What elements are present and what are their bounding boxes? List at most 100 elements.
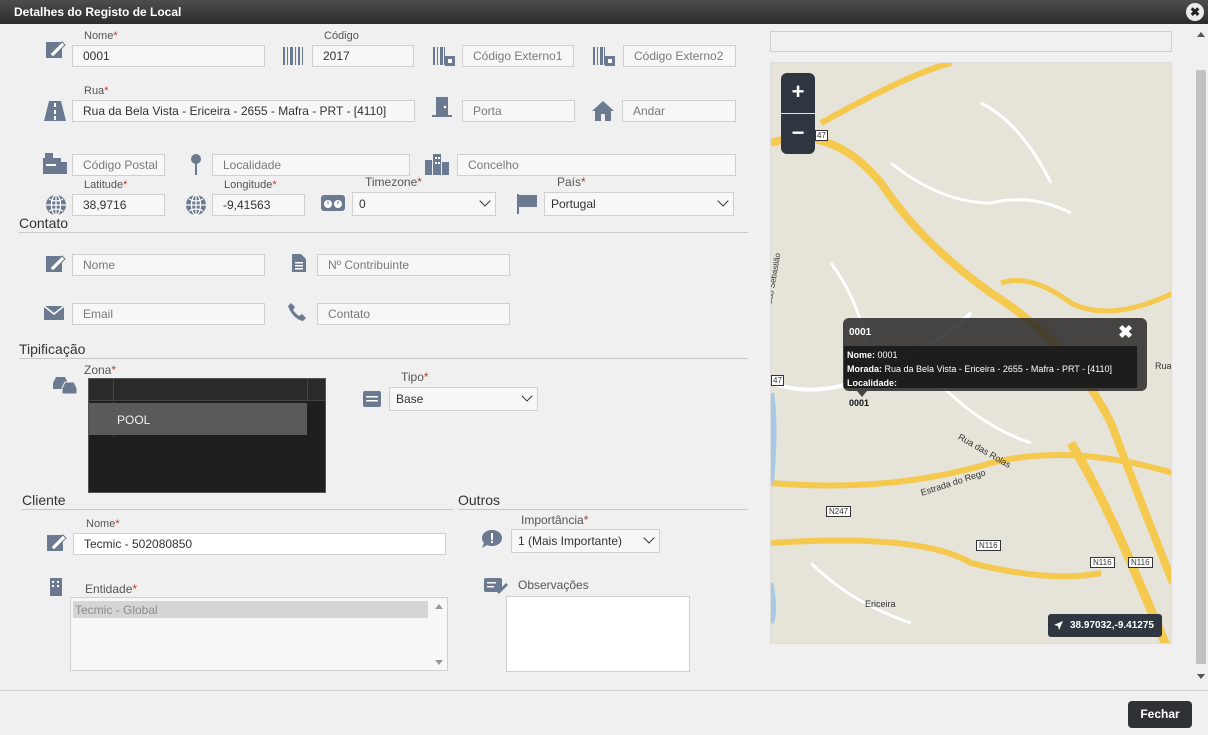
scroll-up-icon[interactable] bbox=[435, 604, 443, 609]
timezone-select[interactable]: 0 bbox=[352, 192, 496, 216]
pais-select[interactable]: Portugal bbox=[544, 192, 734, 216]
codigo-label: Código bbox=[324, 30, 359, 42]
divider bbox=[307, 379, 308, 401]
contato-input[interactable]: Contato bbox=[317, 303, 510, 325]
edit-icon bbox=[47, 534, 67, 551]
zona-label: Zona* bbox=[84, 363, 117, 377]
road-label: N116 bbox=[1128, 557, 1153, 568]
popup-close-icon[interactable]: ✖ bbox=[1118, 322, 1133, 343]
street-label: Rua bbox=[1155, 361, 1172, 371]
globe-icon bbox=[46, 194, 66, 216]
popup-title: 0001 bbox=[849, 327, 872, 338]
codigo-postal-input[interactable]: Código Postal bbox=[72, 154, 165, 176]
zoom-in-button[interactable]: + bbox=[781, 73, 815, 113]
footer bbox=[0, 690, 1208, 735]
timezone-icon bbox=[321, 195, 345, 211]
zoom-out-button[interactable]: − bbox=[781, 114, 815, 154]
tipo-label: Tipo* bbox=[401, 370, 429, 384]
timezone-label: Timezone* bbox=[365, 175, 422, 189]
outros-section-title: Outros bbox=[458, 492, 501, 508]
mail-box-icon bbox=[43, 153, 67, 174]
codigo-externo2-input[interactable]: Código Externo2 bbox=[623, 45, 736, 67]
close-icon[interactable]: ✖ bbox=[1186, 3, 1204, 21]
envelope-icon bbox=[43, 305, 65, 320]
chevron-down-icon bbox=[479, 195, 491, 207]
entidade-list[interactable]: Tecmic - Global bbox=[70, 597, 448, 671]
contato-section-title: Contato bbox=[19, 215, 69, 231]
importancia-label: Importância* bbox=[521, 513, 589, 527]
scrollbar-thumb[interactable] bbox=[1196, 70, 1206, 664]
chevron-down-icon bbox=[643, 532, 655, 544]
email-input[interactable]: Email bbox=[72, 303, 265, 325]
cliente-nome-input[interactable]: Tecmic - 502080850 bbox=[73, 533, 446, 555]
latitude-input[interactable]: 38,9716 bbox=[72, 194, 165, 216]
tipificacao-section-title: Tipificação bbox=[19, 341, 86, 357]
importancia-select[interactable]: 1 (Mais Importante) bbox=[511, 529, 660, 553]
road-icon bbox=[44, 101, 66, 121]
card-icon bbox=[363, 391, 381, 407]
place-label: Ericeira bbox=[865, 599, 896, 609]
rua-input[interactable]: Rua da Bela Vista - Ericeira - 2655 - Ma… bbox=[72, 100, 415, 122]
road-label: 47 bbox=[771, 375, 784, 386]
map-coordinates: 38.97032,-9.41275 bbox=[1048, 614, 1162, 637]
barcode-icon bbox=[283, 47, 303, 65]
building-icon bbox=[50, 578, 62, 596]
codigo-input[interactable]: 2017 bbox=[312, 45, 414, 67]
observacoes-textarea[interactable] bbox=[506, 596, 690, 672]
scroll-up-icon[interactable] bbox=[1197, 32, 1205, 37]
road-label: N116 bbox=[1090, 557, 1115, 568]
andar-input[interactable]: Andar bbox=[622, 100, 736, 122]
chevron-down-icon bbox=[717, 195, 729, 207]
phone-icon bbox=[288, 303, 306, 321]
longitude-input[interactable]: -9,41563 bbox=[212, 194, 305, 216]
popup-pointer bbox=[857, 391, 867, 397]
flag-icon bbox=[517, 194, 537, 214]
latitude-label: Latitude* bbox=[84, 179, 128, 191]
barcode-external-icon bbox=[433, 47, 455, 66]
edit-icon bbox=[46, 41, 66, 58]
localidade-input[interactable]: Localidade bbox=[212, 154, 410, 176]
contato-nome-input[interactable]: Nome bbox=[72, 254, 265, 276]
edit-icon bbox=[46, 255, 66, 272]
contribuinte-input[interactable]: Nº Contribuinte bbox=[317, 254, 510, 276]
road-label: N247 bbox=[826, 506, 852, 517]
marker-label[interactable]: 0001 bbox=[849, 398, 869, 408]
rua-label: Rua* bbox=[84, 85, 109, 97]
tipo-select[interactable]: Base bbox=[389, 387, 538, 411]
nome-input[interactable]: 0001 bbox=[72, 45, 265, 67]
observacoes-label: Observações bbox=[518, 578, 589, 592]
divider bbox=[19, 232, 748, 233]
window-title: Detalhes do Registo de Local bbox=[14, 5, 182, 19]
entidade-item[interactable]: Tecmic - Global bbox=[73, 601, 428, 618]
porta-input[interactable]: Porta bbox=[462, 100, 575, 122]
longitude-label: Longitude* bbox=[224, 179, 277, 191]
zona-list[interactable]: POOL bbox=[88, 378, 326, 493]
divider bbox=[22, 509, 453, 510]
scroll-down-icon[interactable] bbox=[435, 660, 443, 665]
concelho-input[interactable]: Concelho bbox=[457, 154, 736, 176]
note-edit-icon bbox=[484, 578, 508, 594]
road-label: N116 bbox=[976, 540, 1001, 551]
cliente-section-title: Cliente bbox=[22, 492, 66, 508]
barcode-external2-icon bbox=[593, 47, 615, 66]
alert-bubble-icon bbox=[482, 530, 502, 548]
navigation-arrow-icon bbox=[1054, 621, 1063, 630]
codigo-externo1-input[interactable]: Código Externo1 bbox=[462, 45, 574, 67]
city-icon bbox=[425, 154, 449, 175]
fechar-button[interactable]: Fechar bbox=[1128, 701, 1192, 728]
pin-icon bbox=[191, 154, 201, 175]
document-icon bbox=[292, 254, 306, 272]
divider bbox=[458, 509, 748, 510]
pais-label: País* bbox=[557, 175, 586, 189]
entidade-label: Entidade* bbox=[85, 582, 138, 596]
chevron-down-icon bbox=[521, 390, 533, 402]
popup-body: Nome: 0001 Morada: Rua da Bela Vista - E… bbox=[844, 346, 1137, 388]
window-titlebar: Detalhes do Registo de Local bbox=[0, 0, 1208, 24]
map-popup: 0001 ✖ Nome: 0001 Morada: Rua da Bela Vi… bbox=[843, 318, 1147, 397]
cliente-nome-label: Nome* bbox=[86, 518, 120, 530]
scroll-down-icon[interactable] bbox=[1197, 674, 1205, 679]
map-search-bar[interactable] bbox=[770, 31, 1172, 52]
zona-item-pool[interactable]: POOL bbox=[89, 403, 307, 435]
road-label: 47 bbox=[815, 130, 828, 141]
nome-label: Nome* bbox=[84, 30, 118, 42]
